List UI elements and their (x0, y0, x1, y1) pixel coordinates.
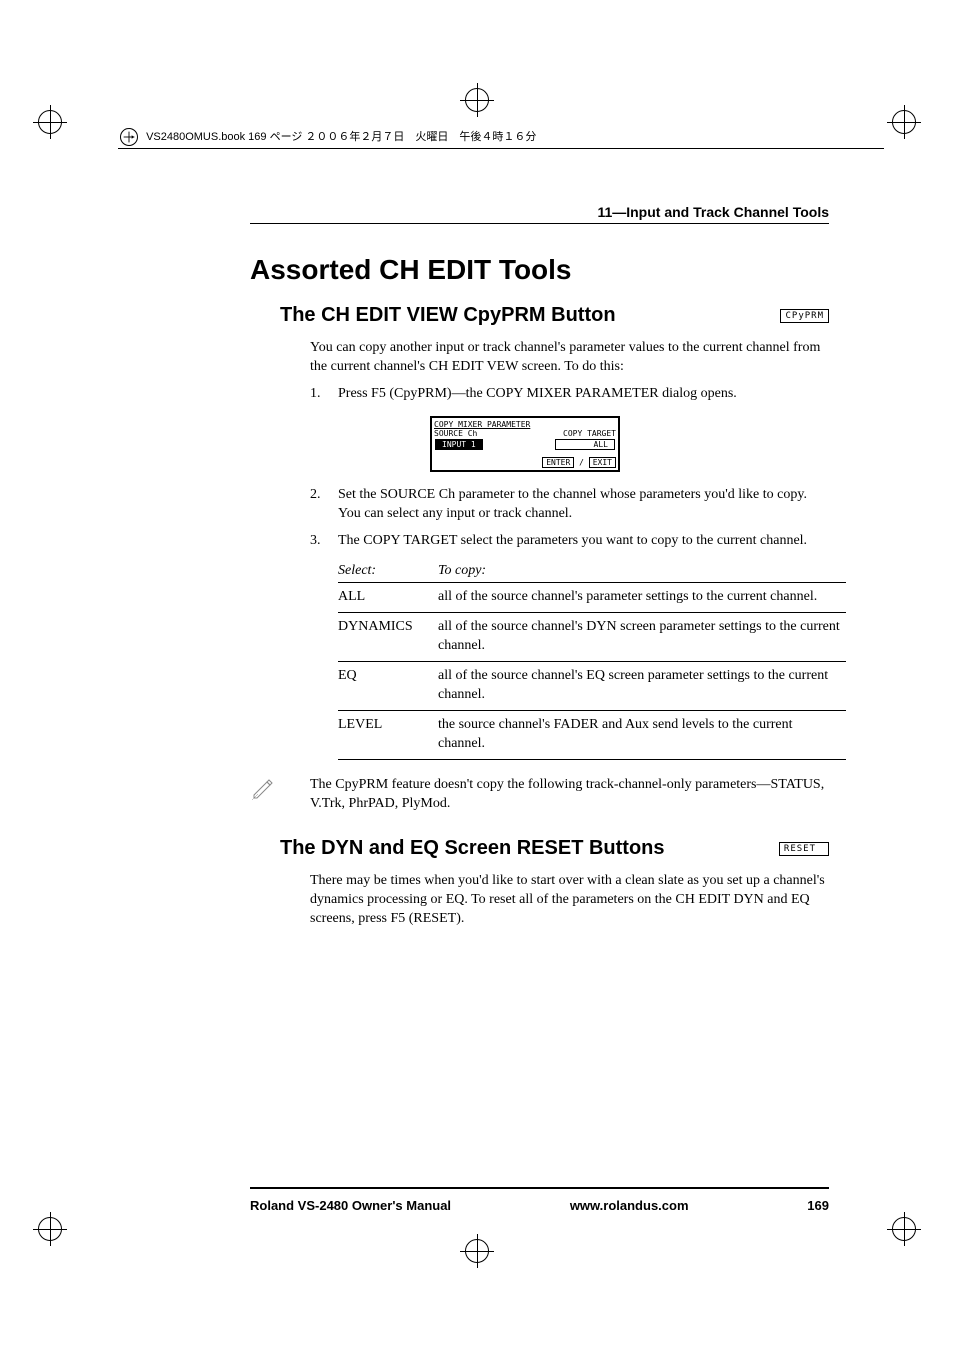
page-footer: Roland VS-2480 Owner's Manual www.roland… (250, 1198, 829, 1213)
divider (118, 148, 884, 149)
dialog-exit: EXIT (589, 457, 616, 468)
step-text: Press F5 (CpyPRM)—the COPY MIXER PARAMET… (338, 385, 737, 404)
footer-left: Roland VS-2480 Owner's Manual (250, 1198, 451, 1213)
arrow-icon (120, 128, 138, 146)
registration-mark (465, 1239, 489, 1263)
body-text: There may be times when you'd like to st… (310, 872, 829, 929)
list-item: 3. The COPY TARGET select the parameters… (310, 532, 829, 551)
pencil-icon (250, 776, 280, 806)
note-text: The CpyPRM feature doesn't copy the foll… (310, 776, 829, 814)
table-cell: all of the source channel's parameter se… (438, 583, 846, 613)
reset-button-graphic: RESET (779, 842, 829, 856)
dialog-title: COPY MIXER PARAMETER (434, 420, 616, 429)
note: The CpyPRM feature doesn't copy the foll… (250, 776, 829, 814)
cpyprm-button-graphic: CPyPRM (780, 309, 829, 323)
table-cell: all of the source channel's EQ screen pa… (438, 662, 846, 711)
section-heading: The CH EDIT VIEW CpyPRM Button (280, 304, 616, 327)
body-text: You can copy another input or track chan… (310, 339, 829, 377)
chapter-header: 11—Input and Track Channel Tools (70, 204, 829, 220)
registration-mark (892, 110, 916, 134)
dialog-target-value: ALL (555, 439, 615, 450)
table-row: EQ all of the source channel's EQ screen… (338, 662, 846, 711)
parameter-table: Select: To copy: ALL all of the source c… (338, 560, 846, 759)
dialog-source-value: INPUT 1 (435, 439, 483, 450)
table-cell: DYNAMICS (338, 613, 438, 662)
step-number: 2. (310, 486, 338, 524)
footer-center: www.rolandus.com (570, 1198, 689, 1213)
divider (250, 1187, 829, 1189)
step-number: 1. (310, 385, 338, 404)
divider (250, 223, 829, 224)
list-item: 2. Set the SOURCE Ch parameter to the ch… (310, 486, 829, 524)
dialog-screenshot: COPY MIXER PARAMETER SOURCE Ch COPY TARG… (430, 416, 620, 472)
book-header: VS2480OMUS.book 169 ページ ２００６年２月７日 火曜日 午後… (120, 128, 884, 146)
dialog-source-label: SOURCE Ch (434, 429, 477, 438)
table-header: To copy: (438, 560, 846, 583)
registration-mark (465, 88, 489, 112)
table-cell: the source channel's FADER and Aux send … (438, 710, 846, 759)
dialog-enter: ENTER (542, 457, 574, 468)
table-row: LEVEL the source channel's FADER and Aux… (338, 710, 846, 759)
section-heading: The DYN and EQ Screen RESET Buttons (280, 837, 665, 860)
step-text: The COPY TARGET select the parameters yo… (338, 532, 807, 551)
page-title: Assorted CH EDIT Tools (250, 254, 884, 286)
table-cell: LEVEL (338, 710, 438, 759)
table-cell: EQ (338, 662, 438, 711)
registration-mark (38, 110, 62, 134)
registration-mark (38, 1217, 62, 1241)
book-header-text: VS2480OMUS.book 169 ページ ２００６年２月７日 火曜日 午後… (146, 131, 536, 143)
registration-mark (892, 1217, 916, 1241)
table-cell: all of the source channel's DYN screen p… (438, 613, 846, 662)
dialog-target-label: COPY TARGET (563, 429, 616, 438)
table-row: ALL all of the source channel's paramete… (338, 583, 846, 613)
table-header: Select: (338, 560, 438, 583)
footer-right: 169 (807, 1198, 829, 1213)
step-text: Set the SOURCE Ch parameter to the chann… (338, 486, 829, 524)
list-item: 1. Press F5 (CpyPRM)—the COPY MIXER PARA… (310, 385, 829, 404)
step-number: 3. (310, 532, 338, 551)
table-row: DYNAMICS all of the source channel's DYN… (338, 613, 846, 662)
table-cell: ALL (338, 583, 438, 613)
